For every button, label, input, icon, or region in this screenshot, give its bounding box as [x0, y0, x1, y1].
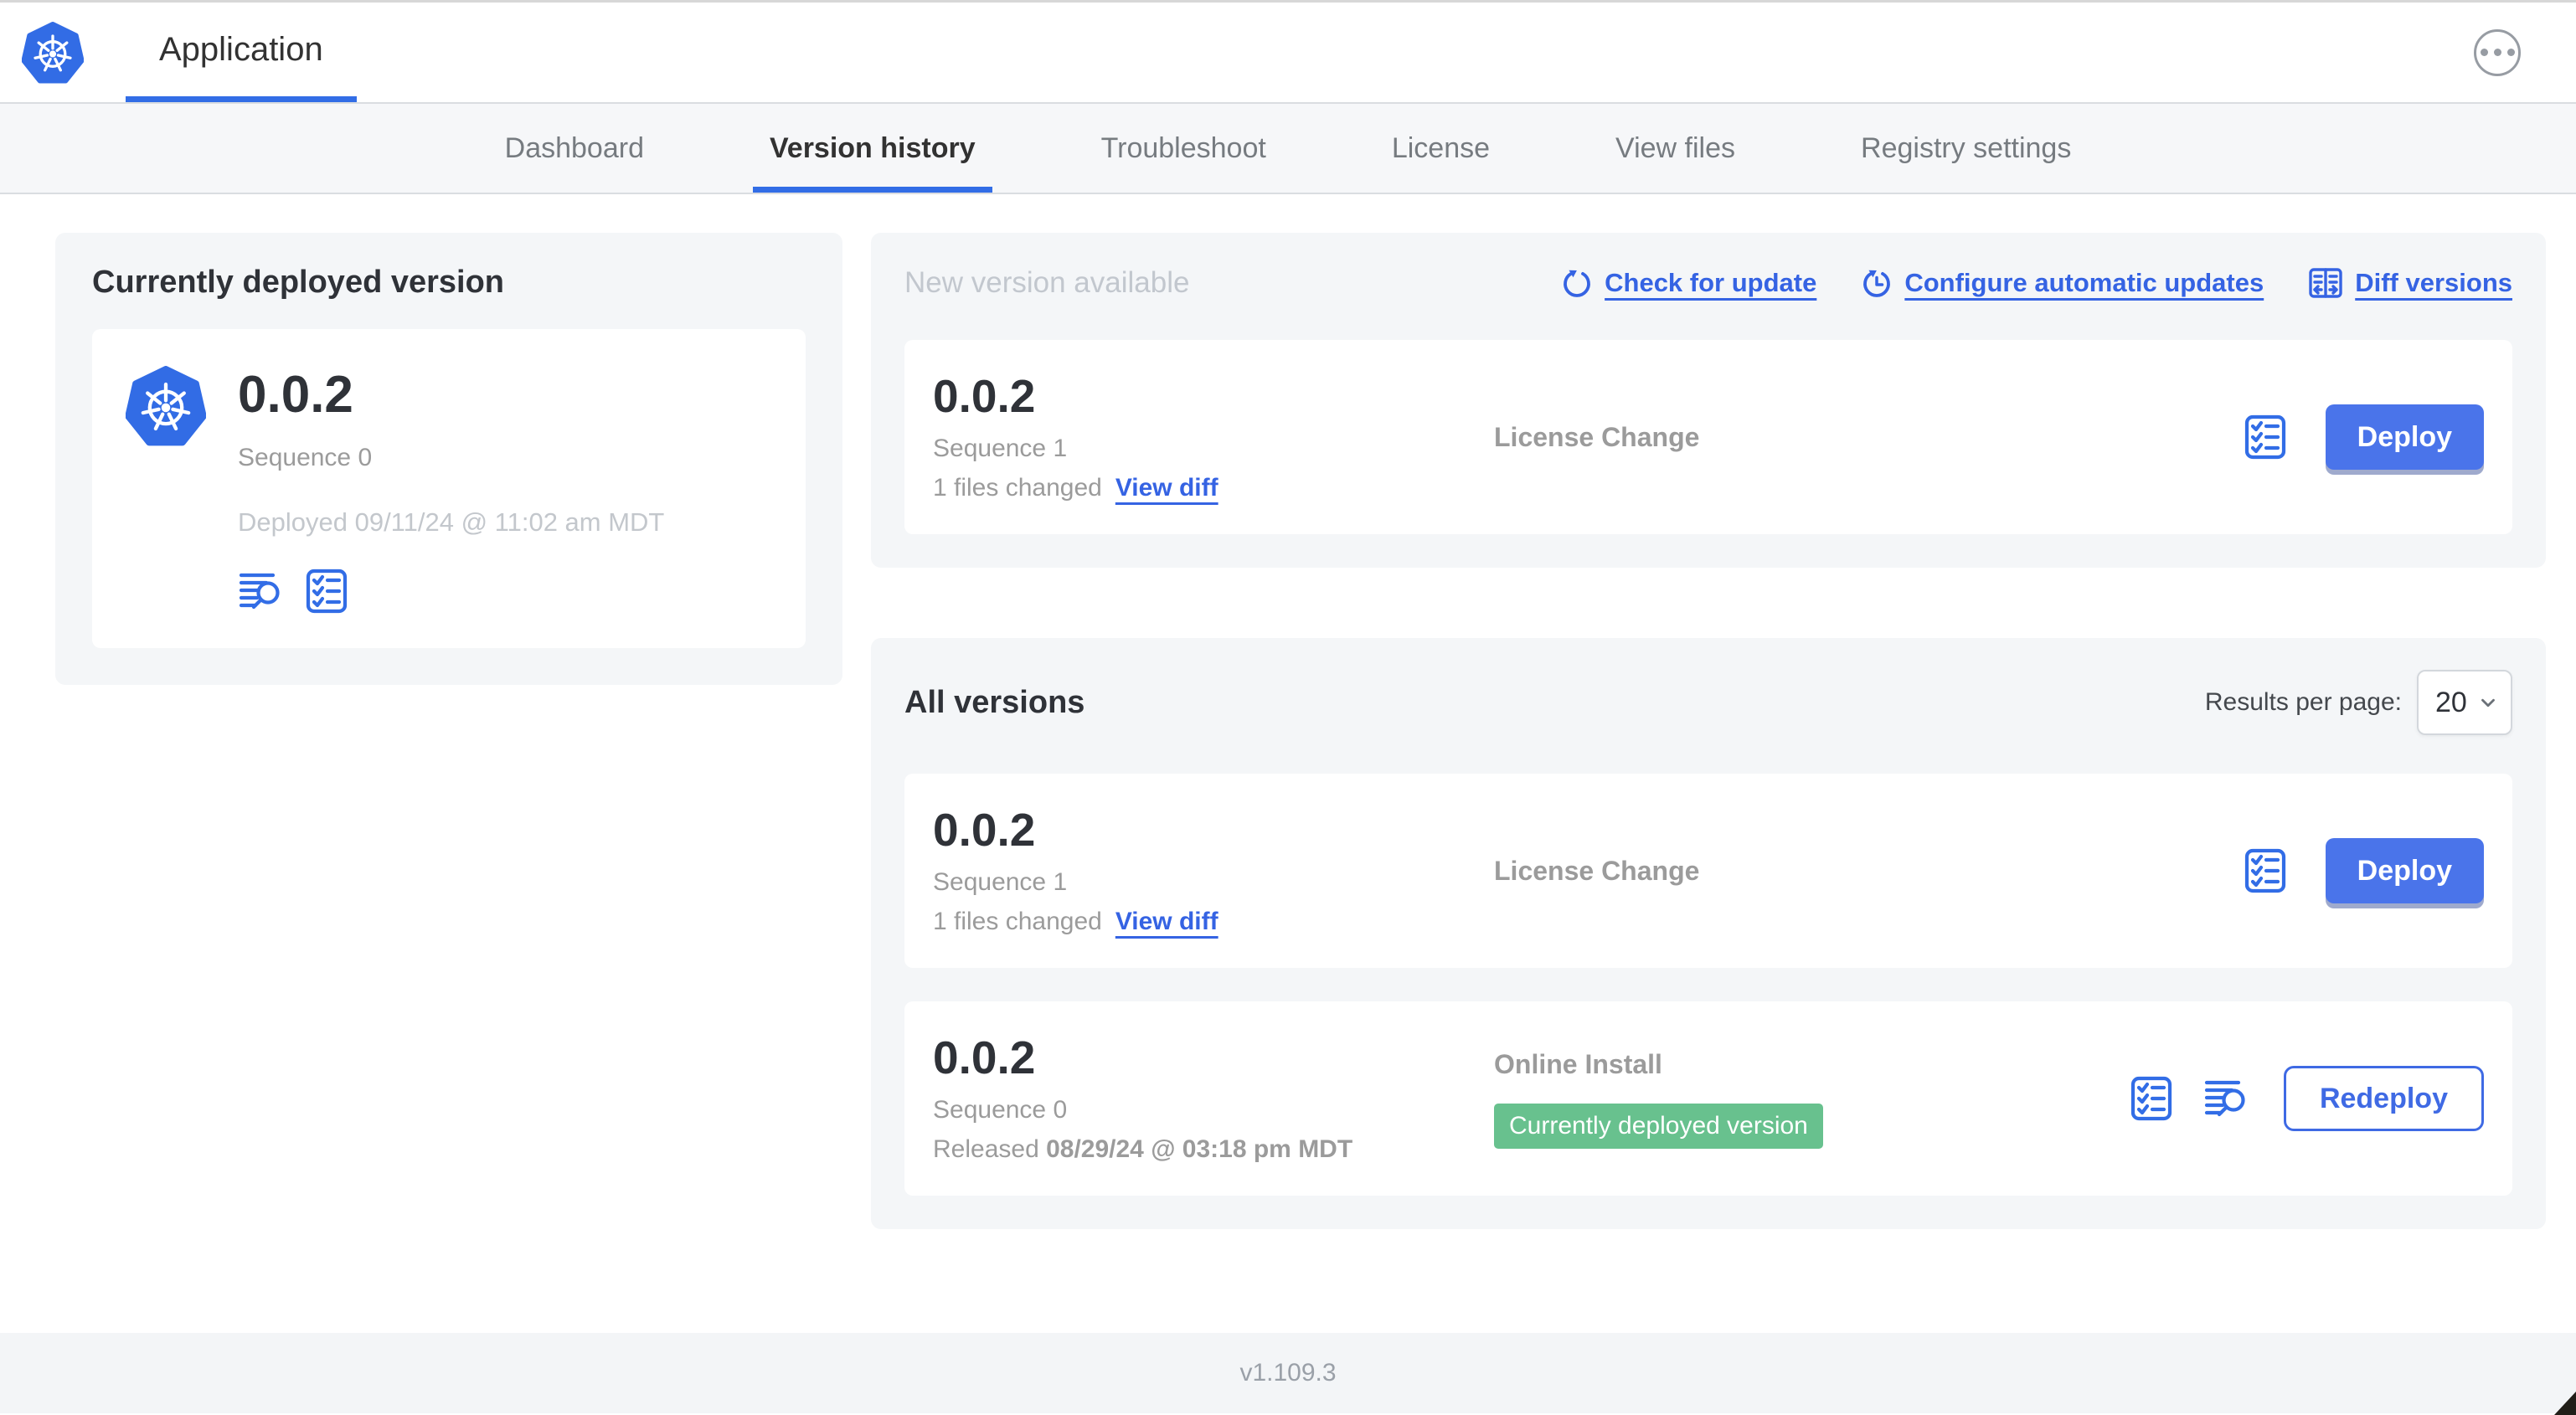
checklist-icon[interactable]: [2128, 1075, 2175, 1122]
new-version-title: New version available: [904, 266, 1190, 299]
kubernetes-logo-icon: [22, 21, 84, 84]
all-versions-section: All versions Results per page: 20 0.0.2 …: [871, 638, 2546, 1229]
auto-update-icon: [1860, 266, 1893, 300]
version-source: License Change: [1494, 421, 1700, 452]
files-changed: 1 files changed: [933, 474, 1102, 502]
checklist-icon[interactable]: [2242, 414, 2289, 461]
console-version: v1.109.3: [1239, 1359, 1337, 1387]
diff-versions-link[interactable]: Diff versions: [2307, 265, 2512, 301]
currently-deployed-panel: Currently deployed version 0.0.2 Sequenc…: [55, 233, 842, 686]
current-version-deployed-date: Deployed 09/11/24 @ 11:02 am MDT: [238, 507, 665, 538]
version-source: License Change: [1494, 855, 1700, 886]
app-header: Application: [0, 0, 2576, 104]
current-version-card: 0.0.2 Sequence 0 Deployed 09/11/24 @ 11:…: [92, 329, 806, 649]
tab-license[interactable]: License: [1375, 104, 1507, 193]
checklist-icon[interactable]: [303, 568, 350, 615]
results-per-page-value: 20: [2435, 686, 2467, 718]
configure-automatic-updates-link[interactable]: Configure automatic updates: [1860, 266, 2264, 300]
new-version-row: 0.0.2 Sequence 1 1 files changed View di…: [904, 340, 2512, 534]
results-per-page-select[interactable]: 20: [2417, 670, 2512, 735]
version-number: 0.0.2: [933, 1031, 1036, 1083]
current-version-number: 0.0.2: [238, 366, 353, 424]
version-number: 0.0.2: [933, 803, 1036, 856]
new-version-section: New version available Check for update C…: [871, 233, 2546, 568]
files-changed: 1 files changed: [933, 908, 1102, 936]
ellipsis-icon: [2480, 49, 2488, 56]
main-content: Currently deployed version 0.0.2 Sequenc…: [0, 194, 2576, 1333]
version-sequence: Sequence 1: [933, 435, 1068, 463]
tab-version-history[interactable]: Version history: [752, 104, 992, 193]
app-nav: Dashboard Version history Troubleshoot L…: [0, 104, 2576, 194]
tab-dashboard[interactable]: Dashboard: [488, 104, 661, 193]
app-footer: v1.109.3: [0, 1333, 2576, 1413]
deploy-button[interactable]: Deploy: [2325, 404, 2484, 470]
redeploy-button[interactable]: Redeploy: [2283, 1066, 2484, 1131]
released-date: Released 08/29/24 @ 03:18 pm MDT: [933, 1135, 1353, 1164]
app-name: Application: [159, 30, 323, 68]
tab-registry-settings[interactable]: Registry settings: [1844, 104, 2088, 193]
view-diff-link[interactable]: View diff: [1115, 908, 1218, 936]
checklist-icon[interactable]: [2242, 847, 2289, 894]
version-row-sequence-0: 0.0.2 Sequence 0 Released 08/29/24 @ 03:…: [904, 1001, 2512, 1196]
logs-icon[interactable]: [238, 568, 285, 615]
kubernetes-app-icon: [126, 366, 206, 446]
version-source: Online Install: [1494, 1048, 1662, 1079]
app-tab-application[interactable]: Application: [126, 3, 357, 102]
results-per-page-label: Results per page:: [2204, 688, 2402, 716]
deploy-button[interactable]: Deploy: [2325, 838, 2484, 903]
view-diff-link[interactable]: View diff: [1115, 474, 1218, 502]
version-sequence: Sequence 0: [933, 1096, 1068, 1124]
check-for-update-link[interactable]: Check for update: [1560, 266, 1816, 300]
overflow-menu-button[interactable]: [2474, 28, 2521, 76]
diff-icon: [2307, 265, 2344, 301]
tab-troubleshoot[interactable]: Troubleshoot: [1084, 104, 1283, 193]
chevron-down-icon: [2477, 692, 2499, 713]
version-row-sequence-1: 0.0.2 Sequence 1 1 files changed View di…: [904, 774, 2512, 968]
update-icon: [1560, 266, 1594, 300]
version-sequence: Sequence 1: [933, 868, 1068, 897]
current-version-sequence: Sequence 0: [238, 444, 373, 472]
all-versions-title: All versions: [904, 684, 1085, 720]
currently-deployed-badge: Currently deployed version: [1494, 1103, 1823, 1149]
tab-view-files[interactable]: View files: [1599, 104, 1752, 193]
logs-icon[interactable]: [2203, 1075, 2250, 1122]
version-number: 0.0.2: [933, 369, 1036, 422]
currently-deployed-title: Currently deployed version: [92, 265, 505, 300]
